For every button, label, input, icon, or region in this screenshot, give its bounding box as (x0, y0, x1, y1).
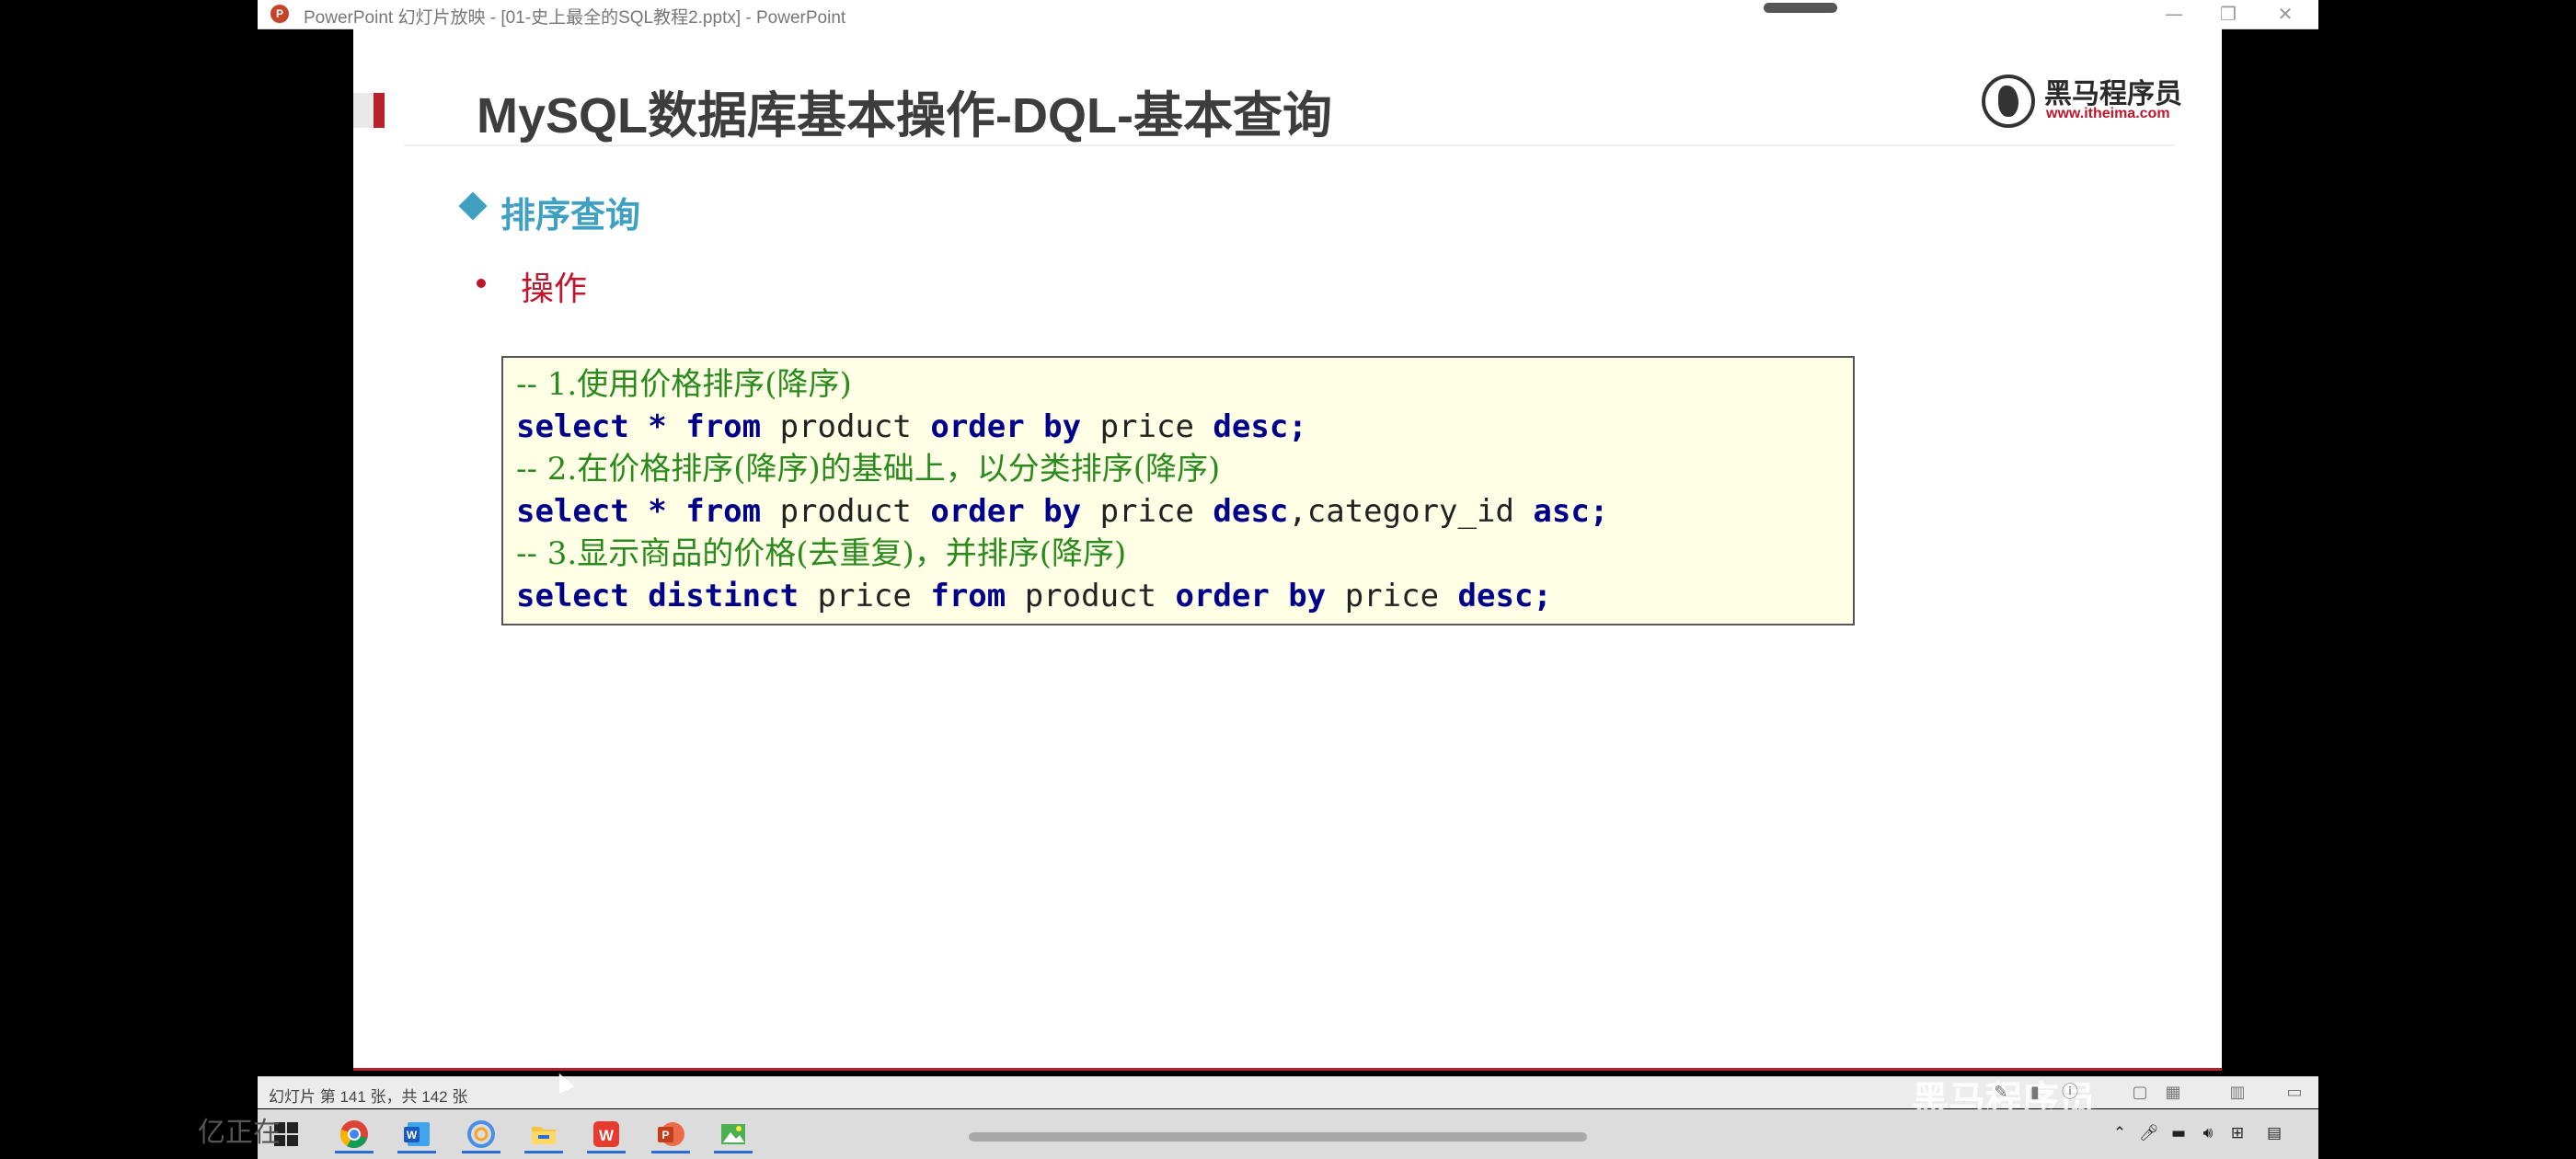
sql-keyword: order by (1175, 578, 1327, 614)
code-statement-line: select distinct price from product order… (516, 575, 1840, 617)
volume-icon[interactable]: 🔊︎ (2197, 1122, 2219, 1144)
reading-view-icon[interactable]: ▥ (2226, 1083, 2248, 1103)
sql-keyword: select * from (516, 408, 762, 445)
svg-text:P: P (661, 1129, 669, 1142)
ime-icon[interactable]: ⊞ (2226, 1122, 2248, 1144)
sql-identifier: price (799, 578, 931, 614)
overlay-caption: 亿正在 (198, 1117, 281, 1149)
windows-taskbar: W W P ⌃ 🎤︎ ▬ 🔊︎ ⊞ ▤ (258, 1109, 2318, 1159)
sql-identifier: product (761, 493, 931, 530)
bullet-text: 操作 (521, 270, 588, 308)
slide-title: MySQL数据库基本操作-DQL-基本查询 (477, 88, 1332, 143)
sql-identifier: product (1006, 578, 1176, 614)
code-statement-line: select * from product order by price des… (516, 406, 1840, 448)
pen-icon[interactable]: ✎ (1990, 1083, 2012, 1103)
browser-icon[interactable] (458, 1115, 504, 1153)
notification-icon[interactable]: ▤ (2263, 1122, 2285, 1144)
video-progress-bar[interactable] (969, 1132, 1587, 1142)
code-comment-line: -- 2.在价格排序(降序)的基础上，以分类排序(降序) (516, 451, 1221, 488)
sql-keyword: order by (930, 493, 1082, 530)
sql-keyword: order by (930, 408, 1082, 445)
titlebar-scroll-indicator (1764, 3, 1837, 13)
slide-canvas: MySQL数据库基本操作-DQL-基本查询 黑马程序员 www.itheima.… (353, 29, 2222, 1071)
code-statement-line: select * from product order by price des… (516, 490, 1840, 533)
powerpoint-app-icon: P (270, 5, 289, 23)
word-icon[interactable]: W (394, 1115, 440, 1153)
powerpoint-icon[interactable]: P (648, 1115, 694, 1153)
sql-keyword: from (930, 578, 1006, 614)
sql-keyword: desc; (1457, 578, 1552, 614)
sql-keyword: select distinct (516, 578, 799, 614)
slide-counter: 幻灯片 第 141 张，共 142 张 (269, 1088, 468, 1106)
header-divider (404, 144, 2175, 146)
code-comment-line: -- 1.使用价格排序(降序) (516, 366, 852, 403)
sql-identifier: price (1326, 578, 1458, 614)
image-viewer-icon[interactable] (710, 1115, 756, 1153)
svg-text:W: W (599, 1127, 615, 1144)
sql-keyword: desc; (1213, 408, 1307, 445)
sql-identifier: price (1081, 408, 1213, 445)
slideshow-icon[interactable]: ▭ (2283, 1083, 2306, 1103)
wps-icon[interactable]: W (583, 1115, 629, 1153)
svg-text:W: W (407, 1129, 418, 1142)
itheima-logo: 黑马程序员 www.itheima.com (1982, 69, 2182, 133)
grid-icon[interactable]: ▦ (2162, 1083, 2184, 1103)
info-icon[interactable]: ⓘ (2059, 1083, 2081, 1103)
pointer-icon[interactable]: ▮ (2024, 1083, 2046, 1103)
title-red-mark (374, 93, 385, 128)
logo-url: www.itheima.com (2046, 106, 2170, 121)
restore-button[interactable]: ❐ (2199, 0, 2258, 29)
sql-identifier: product (761, 408, 931, 445)
fit-icon[interactable]: ▢ (2129, 1083, 2151, 1103)
chevron-up-icon[interactable]: ⌃ (2109, 1122, 2131, 1144)
diamond-bullet-icon (458, 191, 488, 221)
window-title: PowerPoint 幻灯片放映 - [01-史上最全的SQL教程2.pptx]… (304, 8, 846, 28)
chrome-icon[interactable] (331, 1115, 377, 1153)
file-explorer-icon[interactable] (521, 1115, 567, 1153)
section-title: 排序查询 (500, 195, 641, 235)
microphone-icon[interactable]: 🎤︎ (2138, 1122, 2160, 1144)
sql-identifier: ,category_id (1288, 493, 1534, 530)
sql-identifier: price (1081, 493, 1213, 530)
close-button[interactable]: ✕ (2256, 0, 2315, 29)
sql-keyword: asc; (1533, 493, 1609, 530)
title-gray-mark (353, 93, 374, 128)
sql-code-box: -- 1.使用价格排序(降序) select * from product ord… (501, 356, 1855, 625)
sql-keyword: desc (1213, 493, 1289, 530)
code-comment-line: -- 3.显示商品的价格(去重复)，并排序(降序) (516, 535, 1127, 572)
sql-keyword: select * from (516, 493, 762, 530)
window-titlebar: P PowerPoint 幻灯片放映 - [01-史上最全的SQL教程2.ppt… (258, 0, 2318, 29)
battery-icon[interactable]: ▬ (2168, 1122, 2190, 1144)
minimize-button[interactable]: — (2145, 0, 2203, 29)
bullet-dot-icon (477, 279, 486, 288)
horse-logo-icon (1982, 75, 2035, 128)
